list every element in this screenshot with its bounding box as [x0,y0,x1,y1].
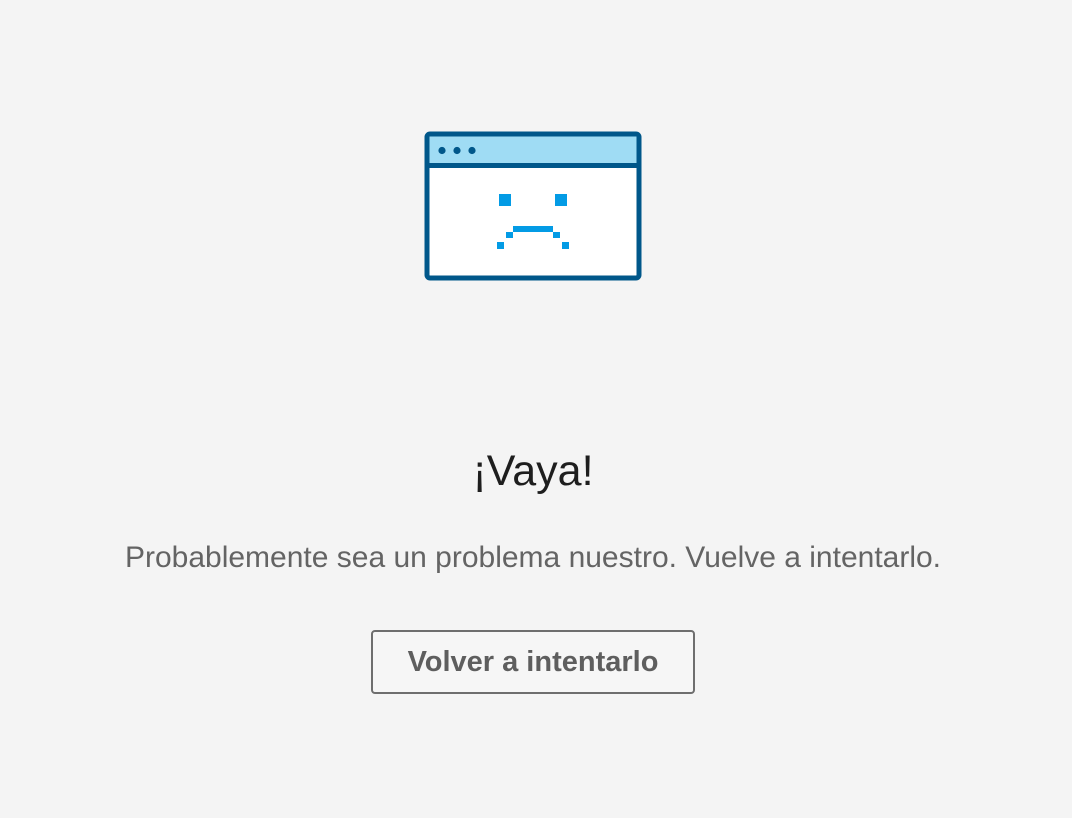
sad-browser-window-icon [424,131,642,281]
error-title: ¡Vaya! [472,447,594,495]
error-message: Probablemente sea un problema nuestro. V… [124,541,942,574]
retry-button[interactable]: Volver a intentarlo [371,630,695,694]
error-page: ¡Vaya! Probablemente sea un problema nue… [0,0,1072,818]
